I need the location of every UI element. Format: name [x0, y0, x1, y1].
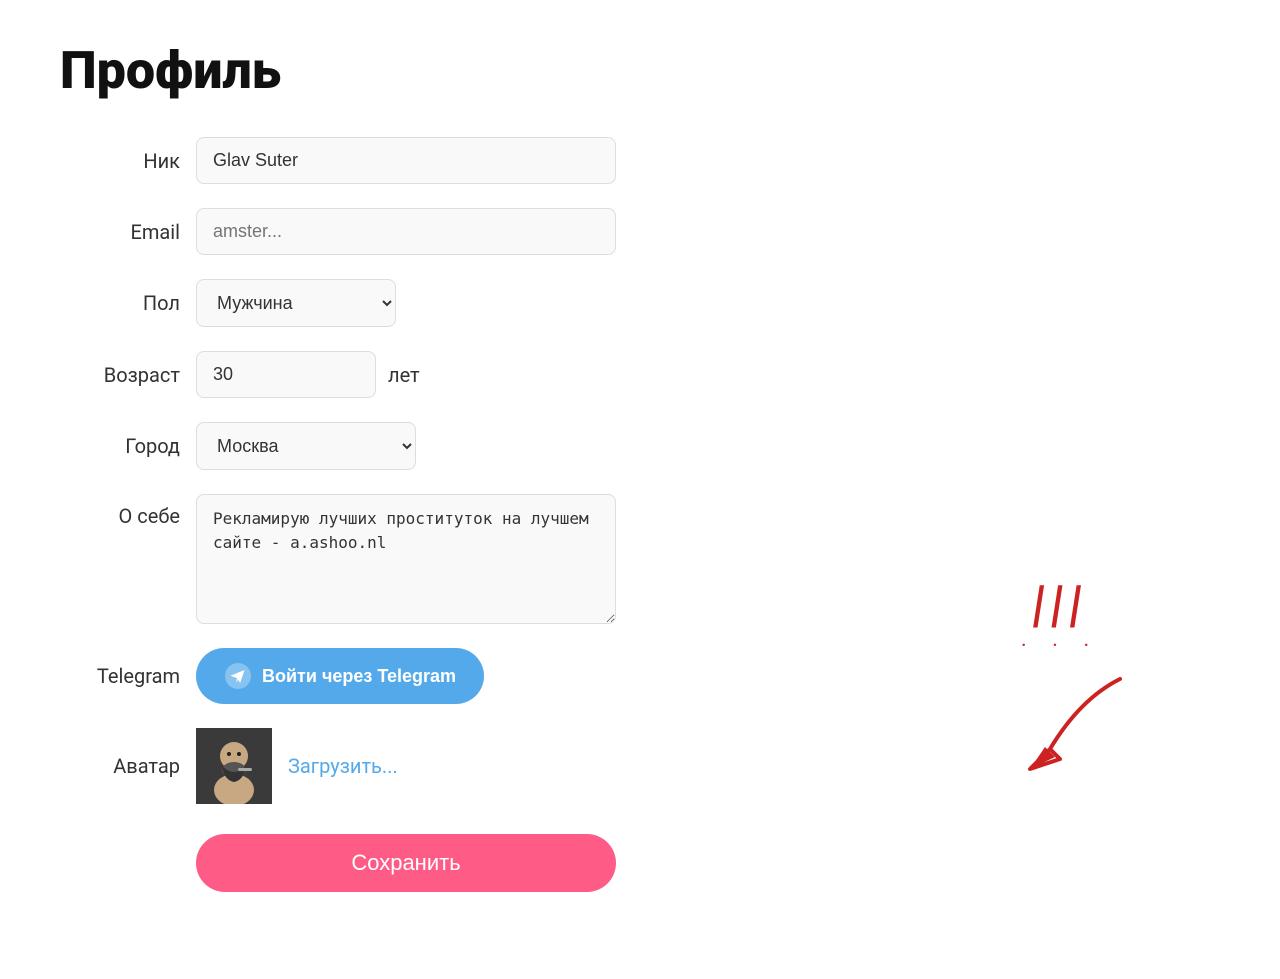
gender-row: Пол Мужчина Женщина	[60, 279, 760, 327]
age-label: Возраст	[60, 363, 180, 387]
telegram-button-label: Войти через Telegram	[262, 666, 456, 687]
nick-label: Ник	[60, 149, 180, 173]
nick-row: Ник	[60, 137, 760, 184]
gender-select[interactable]: Мужчина Женщина	[196, 279, 396, 327]
gender-label: Пол	[60, 291, 180, 315]
about-textarea[interactable]: Рекламирую лучших проституток на лучшем …	[196, 494, 616, 624]
city-row: Город Москва Санкт-Петербург Другой	[60, 422, 760, 470]
about-label: О себе	[60, 494, 180, 528]
arrow-annotation	[980, 669, 1140, 789]
age-suffix: лет	[388, 363, 420, 387]
avatar-image	[196, 728, 272, 804]
avatar-section: Загрузить...	[196, 728, 398, 804]
telegram-icon	[224, 662, 252, 690]
age-input[interactable]	[196, 351, 376, 398]
save-button[interactable]: Сохранить	[196, 834, 616, 892]
annotation: ||| · · ·	[980, 580, 1140, 789]
email-row: Email	[60, 208, 760, 255]
avatar-row: Аватар	[60, 728, 760, 804]
telegram-login-button[interactable]: Войти через Telegram	[196, 648, 484, 704]
email-label: Email	[60, 220, 180, 244]
profile-form: Ник Email Пол Мужчина Женщина Возраст ле…	[60, 137, 760, 804]
about-row: О себе Рекламирую лучших проституток на …	[60, 494, 760, 624]
upload-avatar-link[interactable]: Загрузить...	[288, 754, 398, 778]
age-row: Возраст лет	[60, 351, 760, 398]
city-label: Город	[60, 434, 180, 458]
age-controls: лет	[196, 351, 420, 398]
page-title: Профиль	[60, 40, 1220, 101]
city-select[interactable]: Москва Санкт-Петербург Другой	[196, 422, 416, 470]
nick-input[interactable]	[196, 137, 616, 184]
email-input[interactable]	[196, 208, 616, 255]
telegram-label: Telegram	[60, 664, 180, 688]
avatar-label: Аватар	[60, 754, 180, 778]
telegram-row: Telegram Войти через Telegram	[60, 648, 760, 704]
